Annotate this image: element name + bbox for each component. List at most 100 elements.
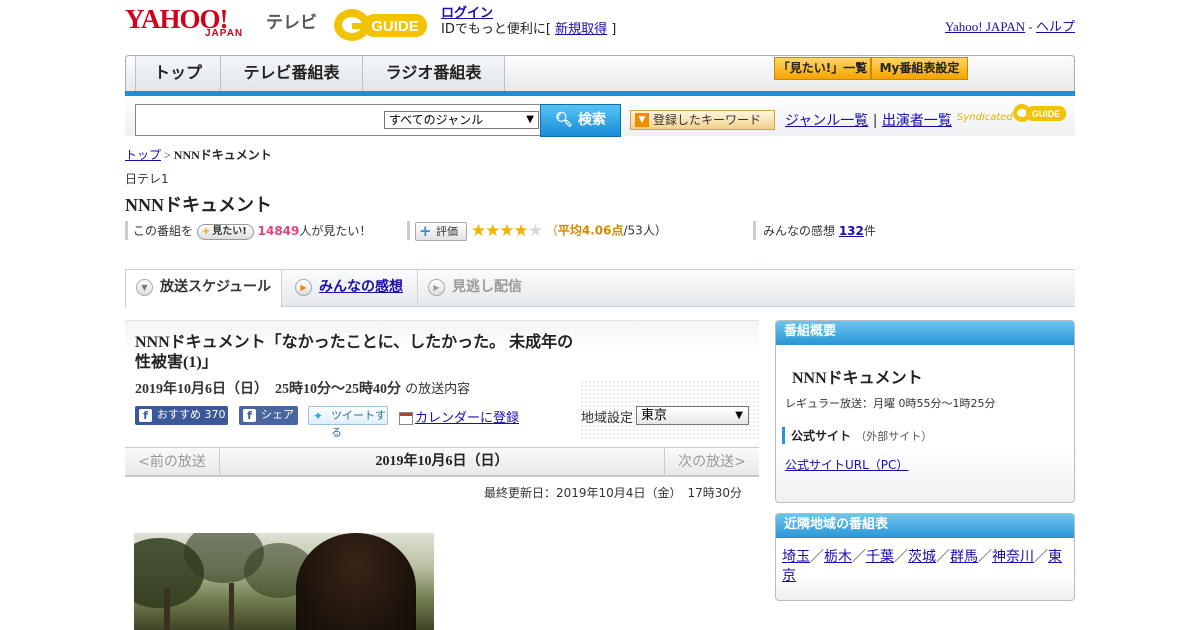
- keyword-button-label: 登録したキーワード: [653, 113, 762, 127]
- breadcrumb-sep: >: [161, 148, 174, 162]
- header-links: Yahoo! JAPAN - ヘルプ: [945, 16, 1075, 35]
- service-name: テレビ: [266, 13, 317, 33]
- facebook-recommend-label: おすすめ 370: [157, 408, 226, 421]
- breadcrumb-current: NNNドキュメント: [173, 148, 272, 162]
- tab-streaming-label: 見逃し配信: [452, 279, 522, 295]
- average-score: 平均4.06点: [557, 223, 624, 238]
- breadcrumb-top[interactable]: トップ: [125, 148, 161, 162]
- impressions-prefix: みんなの感想: [763, 224, 839, 238]
- region-link-ibaraki[interactable]: 茨城: [908, 549, 936, 565]
- region-sep: ／: [810, 549, 824, 565]
- nearby-panel: 近隣地域の番組表 埼玉／栃木／千葉／茨城／群馬／神奈川／東京: [775, 513, 1075, 601]
- last-updated: 最終更新日：2019年10月4日（金） 17時30分: [484, 486, 742, 500]
- calendar-icon: [399, 412, 413, 425]
- region-link-saitama[interactable]: 埼玉: [782, 549, 810, 565]
- triangle-down-icon: ▼: [635, 113, 649, 127]
- want-list-button[interactable]: 「見たい!」一覧: [774, 57, 871, 80]
- tweet-button[interactable]: ✦ ツイートする: [308, 406, 388, 439]
- impressions-count-link[interactable]: 132: [839, 224, 864, 238]
- global-nav: トップ テレビ番組表 ラジオ番組表 「見たい!」一覧 My番組表設定: [125, 55, 1075, 93]
- photo-trunk: [164, 588, 170, 630]
- episode-title: NNNドキュメント「なかったことに、したかった。 未成年の性被害(1)」: [135, 334, 574, 371]
- chevron-right-icon: ▶: [428, 279, 445, 296]
- plus-icon: +: [201, 225, 211, 237]
- stars-empty: ★: [527, 221, 543, 241]
- tab-top[interactable]: トップ: [135, 56, 221, 92]
- region-link-chiba[interactable]: 千葉: [866, 549, 894, 565]
- search-links: ジャンル一覧 | 出演者一覧: [785, 110, 952, 130]
- rate-button[interactable]: + 評価: [415, 221, 467, 241]
- dropdown-arrow-icon: ▼: [735, 410, 743, 421]
- facebook-icon: f: [139, 409, 152, 422]
- svg-text:GUIDE: GUIDE: [371, 18, 419, 35]
- yahoo-japan-link[interactable]: Yahoo! JAPAN: [945, 19, 1025, 34]
- official-site-note: （外部サイト）: [855, 430, 933, 443]
- search-button-label: 検索: [577, 112, 606, 128]
- tab-radio-schedule[interactable]: ラジオ番組表: [363, 56, 505, 92]
- prev-broadcast[interactable]: <前の放送: [125, 448, 220, 476]
- nearby-heading: 近隣地域の番組表: [776, 514, 1074, 538]
- rating-stat: + 評価 ★★★★★ （平均4.06点/53人）: [415, 221, 667, 241]
- want-count: 14849: [257, 224, 300, 238]
- performer-list-link[interactable]: 出演者一覧: [882, 113, 952, 129]
- genre-select[interactable]: すべてのジャンル ▼: [384, 111, 539, 129]
- calendar-register-link[interactable]: カレンダーに登録: [415, 411, 519, 426]
- overview-program-name: NNNドキュメント: [792, 370, 923, 387]
- region-link-gunma[interactable]: 群馬: [950, 549, 978, 565]
- chevron-down-icon: ▼: [136, 279, 153, 296]
- episode-date-suffix: の放送内容: [405, 382, 471, 397]
- facebook-recommend-button[interactable]: f おすすめ 370: [135, 406, 228, 425]
- photo-trunk: [229, 583, 234, 630]
- regular-broadcast: レギュラー放送：月曜 0時55分～1時25分: [785, 397, 996, 410]
- register-link[interactable]: 新規取得: [555, 22, 607, 37]
- calendar-register: カレンダーに登録: [399, 407, 519, 426]
- genre-list-link[interactable]: ジャンル一覧: [785, 113, 868, 129]
- help-link[interactable]: ヘルプ: [1036, 19, 1075, 34]
- region-label: 地域設定: [581, 411, 634, 426]
- star-rating: ★★★★★: [470, 221, 543, 241]
- region-link-kanagawa[interactable]: 神奈川: [992, 549, 1034, 565]
- official-site-link[interactable]: 公式サイトURL（PC）: [785, 456, 908, 473]
- keyword-button[interactable]: ▼ 登録したキーワード: [630, 110, 775, 130]
- region-sep: ／: [894, 549, 908, 565]
- login-text-close: ]: [607, 22, 617, 37]
- tab-schedule[interactable]: ▼ 放送スケジュール: [125, 270, 282, 308]
- region-link-tochigi[interactable]: 栃木: [824, 549, 852, 565]
- episode-photo: [134, 533, 434, 630]
- tab-impressions[interactable]: ▶ みんなの感想: [285, 270, 415, 306]
- login-link[interactable]: ログイン: [441, 6, 493, 21]
- want-button[interactable]: + 見たい!: [196, 223, 254, 240]
- nearby-region-links: 埼玉／栃木／千葉／茨城／群馬／神奈川／東京: [782, 548, 1067, 586]
- tab-impressions-label[interactable]: みんなの感想: [319, 279, 403, 295]
- want-suffix: 人が見たい！: [299, 224, 372, 238]
- stat-divider: [753, 221, 756, 240]
- region-select[interactable]: 東京 ▼: [636, 406, 749, 425]
- want-stat: この番組を + 見たい! 14849人が見たい！: [125, 222, 371, 240]
- overview-panel: 番組概要 NNNドキュメント レギュラー放送：月曜 0時55分～1時25分 公式…: [775, 320, 1075, 503]
- stars-filled: ★★★★: [470, 221, 529, 241]
- next-broadcast[interactable]: 次の放送>: [664, 448, 759, 476]
- want-prefix: この番組を: [133, 224, 194, 238]
- login-box: ログイン IDでもっと便利に[ 新規取得 ]: [441, 6, 616, 38]
- dropdown-arrow-icon: ▼: [526, 114, 534, 125]
- search-button[interactable]: 🔍︎ 検索: [540, 104, 621, 137]
- tab-tv-schedule[interactable]: テレビ番組表: [221, 56, 363, 92]
- search-icon: 🔍︎: [555, 112, 573, 128]
- official-site-label: 公式サイト: [791, 429, 852, 443]
- facebook-share-button[interactable]: f シェア: [239, 406, 298, 425]
- yahoo-logo-japan: JAPAN: [205, 28, 244, 39]
- page-title: NNNドキュメント: [125, 195, 272, 215]
- chevron-right-icon: ▶: [295, 279, 312, 296]
- link-divider: |: [868, 113, 882, 129]
- region-sep: ／: [1034, 549, 1048, 565]
- rating-count: /53人）: [623, 223, 667, 238]
- syndicated-label: Syndicated: [957, 112, 1013, 123]
- plus-icon: +: [419, 221, 432, 240]
- my-schedule-button[interactable]: My番組表設定: [871, 57, 968, 80]
- episode-datetime: 2019年10月6日（日） 25時10分～25時40分: [135, 382, 401, 397]
- channel-name: 日テレ1: [125, 172, 169, 186]
- broadcast-pager: <前の放送 2019年10月6日（日） 次の放送>: [125, 447, 759, 477]
- impressions-suffix: 件: [863, 224, 876, 238]
- section-tabs: ▼ 放送スケジュール ▶ みんなの感想 ▶ 見逃し配信: [125, 269, 1075, 308]
- breadcrumb: トップ > NNNドキュメント: [125, 146, 272, 163]
